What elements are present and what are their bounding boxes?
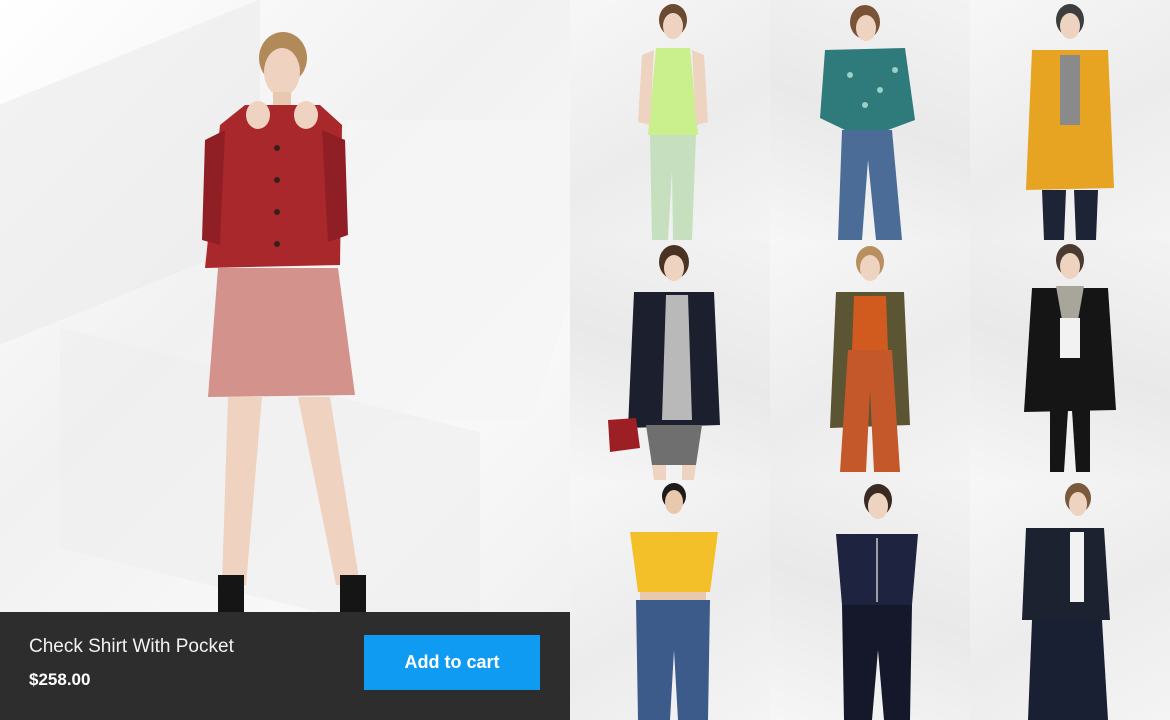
product-tile[interactable] — [970, 480, 1170, 720]
product-tile[interactable] — [570, 480, 770, 720]
product-image — [836, 484, 918, 720]
product-tile[interactable] — [770, 0, 970, 240]
featured-product: Check Shirt With Pocket $258.00 Add to c… — [0, 0, 570, 720]
featured-product-image[interactable] — [150, 30, 400, 612]
product-image — [630, 483, 718, 720]
product-tile[interactable] — [570, 240, 770, 480]
product-tile[interactable] — [770, 480, 970, 720]
product-tile[interactable] — [970, 240, 1170, 480]
product-price: $258.00 — [29, 670, 91, 689]
product-image — [608, 245, 720, 480]
product-name[interactable]: Check Shirt With Pocket — [29, 636, 234, 658]
product-grid — [570, 0, 1170, 720]
product-tile[interactable] — [570, 0, 770, 240]
product-tile[interactable] — [770, 240, 970, 480]
product-image — [830, 246, 910, 472]
add-to-cart-button[interactable]: Add to cart — [364, 635, 540, 690]
product-image — [1022, 483, 1110, 720]
product-image — [1024, 244, 1116, 472]
product-image — [820, 5, 915, 240]
product-tile[interactable] — [970, 0, 1170, 240]
product-info-bar: Check Shirt With Pocket $258.00 Add to c… — [0, 612, 570, 720]
product-image — [1026, 4, 1114, 240]
product-image — [638, 4, 708, 240]
